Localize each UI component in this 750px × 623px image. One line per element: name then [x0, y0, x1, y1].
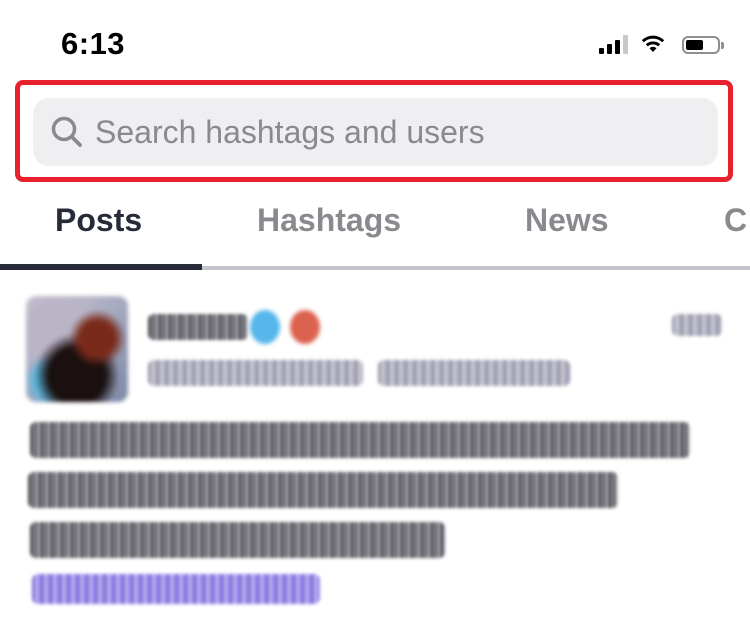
tab-posts[interactable]: Posts: [55, 202, 142, 239]
post-text-line-1-redacted: [30, 422, 690, 458]
status-icons: [599, 34, 724, 54]
tab-partial[interactable]: C: [724, 202, 747, 239]
post-text-line-2-redacted: [28, 472, 618, 508]
post-text-line-3-redacted: [30, 522, 445, 558]
search-input[interactable]: [95, 113, 695, 151]
battery-level: [686, 40, 703, 50]
post-timestamp-redacted: [672, 314, 722, 336]
battery-icon: [682, 36, 724, 54]
author-badge-red: [290, 310, 320, 344]
post-meta-redacted: [378, 360, 570, 386]
tab-active-indicator: [0, 264, 202, 270]
post-author-name-redacted: [148, 314, 248, 340]
post-item[interactable]: [0, 284, 750, 623]
tab-news[interactable]: News: [525, 202, 609, 239]
wifi-icon: [641, 35, 665, 52]
tab-bar: Posts Hashtags News C: [0, 196, 750, 272]
tab-hashtags[interactable]: Hashtags: [257, 202, 401, 239]
post-handle-redacted: [148, 360, 363, 386]
search-bar[interactable]: [33, 98, 718, 166]
status-time: 6:13: [61, 26, 126, 61]
search-icon: [47, 112, 87, 152]
screen: 6:13 Posts Hashtags News: [0, 0, 750, 623]
cellular-signal-icon: [599, 34, 628, 54]
post-link-redacted[interactable]: [32, 574, 320, 604]
avatar[interactable]: [26, 296, 128, 402]
author-badge-blue: [250, 310, 280, 344]
